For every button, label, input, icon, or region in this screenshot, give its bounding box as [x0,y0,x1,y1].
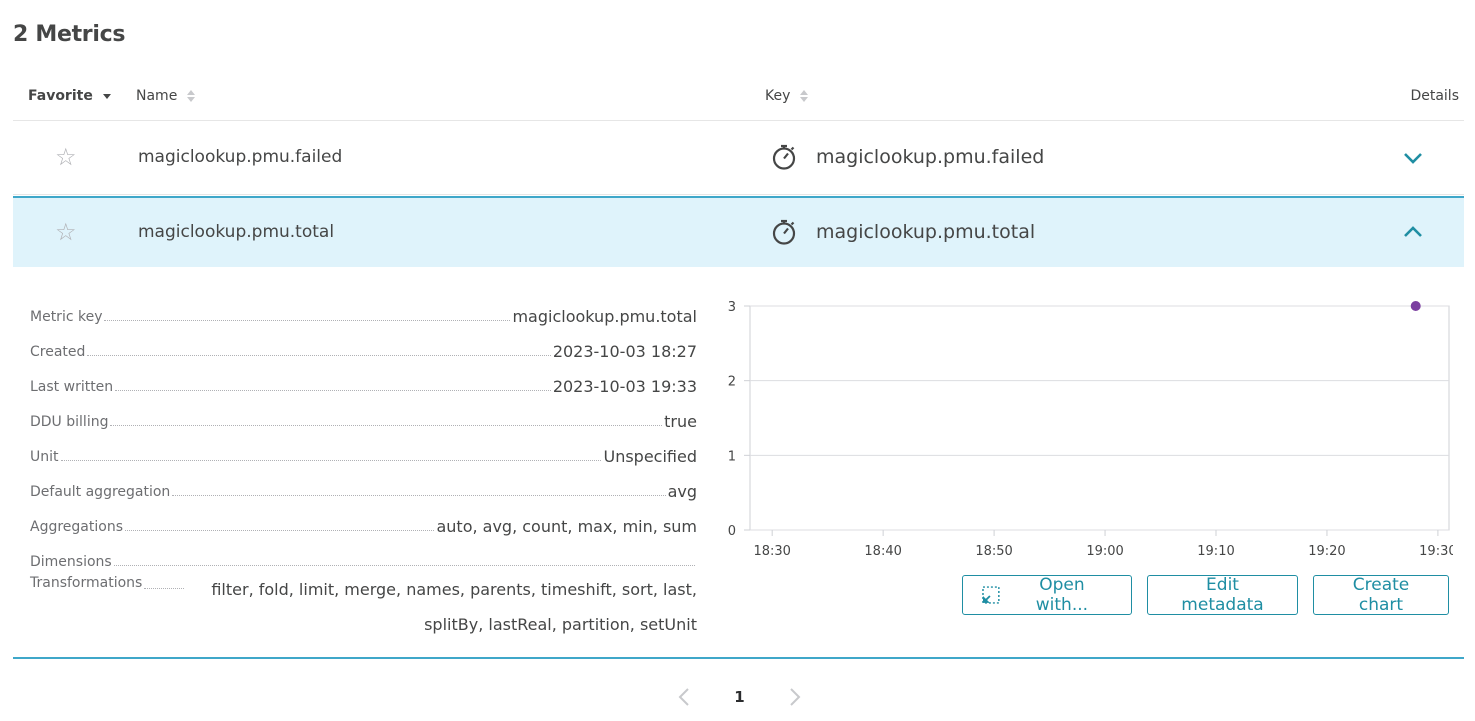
sort-icon [800,90,809,102]
chevron-right-icon[interactable] [788,687,802,707]
stopwatch-icon [772,144,796,170]
property-label: Dimensions [30,554,112,570]
column-name-header[interactable]: Name [136,88,196,104]
property-value: magiclookup.pmu.total [512,307,697,326]
sort-icon [187,90,196,102]
x-tick-label: 18:40 [864,544,901,559]
chevron-down-icon[interactable] [1400,150,1426,166]
edit-metadata-button[interactable]: Edit metadata [1147,575,1298,615]
open-with-icon [982,586,1000,604]
open-with-label: Open with... [1035,575,1089,615]
column-key-label: Key [765,88,791,104]
open-with-button[interactable]: Open with... [962,575,1132,615]
y-tick-label: 3 [728,300,736,315]
property-aggregations: Aggregations auto, avg, count, max, min,… [30,502,697,537]
dotted-leader [104,320,511,321]
y-tick-label: 2 [728,375,736,390]
property-value: Unspecified [603,447,697,466]
table-header: Favorite Name Key Details [13,80,1464,121]
detail-actions: Open with... Edit metadata Create chart [962,575,1449,615]
x-tick-label: 19:20 [1308,544,1345,559]
metric-key: magiclookup.pmu.total [816,221,1036,243]
metric-details-panel: Metric key magiclookup.pmu.total Created… [13,267,1464,659]
table-row-expanded[interactable]: ☆ magiclookup.pmu.total magiclookup.pmu.… [13,196,1464,267]
create-chart-label: Create chart [1352,575,1410,615]
property-label: Metric key [30,309,103,325]
property-value: 2023-10-03 19:33 [552,377,697,396]
property-label: Last written [30,379,114,395]
column-details-header: Details [1410,88,1459,104]
create-chart-button[interactable]: Create chart [1313,575,1449,615]
column-key-header[interactable]: Key [765,88,809,104]
property-transformations: Transformations filter, fold, limit, mer… [30,572,697,644]
property-default-aggregation: Default aggregation avg [30,467,697,502]
sort-desc-icon [102,93,111,99]
property-value: true [664,412,697,431]
property-last-written: Last written 2023-10-03 19:33 [30,362,697,397]
dotted-leader [87,355,551,356]
plot-area [749,305,1450,531]
property-value: auto, avg, count, max, min, sum [436,517,697,536]
pagination: 1 [677,684,802,710]
y-tick-label: 0 [728,524,736,539]
dotted-leader [60,460,602,461]
data-point [1410,301,1421,311]
metric-name: magiclookup.pmu.total [138,222,335,242]
chevron-up-icon[interactable] [1400,224,1426,240]
x-tick-label: 18:50 [975,544,1012,559]
property-unit: Unit Unspecified [30,432,697,467]
property-label: DDU billing [30,414,109,430]
dotted-leader [110,425,663,426]
metric-properties: Metric key magiclookup.pmu.total Created… [30,292,697,644]
favorite-star-icon[interactable]: ☆ [55,143,77,171]
property-label: Aggregations [30,519,123,535]
page-title: 2 Metrics [13,22,126,47]
metric-chart-svg: 0 1 2 3 18:30 18:40 18:50 19:00 19:10 19:20 19:30 [728,300,1457,559]
property-label: Unit [30,449,59,465]
stopwatch-icon [772,219,796,245]
column-favorite-label: Favorite [28,88,93,104]
chevron-left-icon[interactable] [677,687,691,707]
edit-metadata-label: Edit metadata [1181,575,1264,615]
property-value: 2023-10-03 18:27 [552,342,697,361]
property-created: Created 2023-10-03 18:27 [30,327,697,362]
x-tick-label: 19:00 [1086,544,1123,559]
metric-key: magiclookup.pmu.failed [816,146,1045,168]
x-tick-label: 18:30 [753,544,790,559]
dotted-leader [144,588,185,589]
property-label: Default aggregation [30,484,171,500]
metric-chart: 0 1 2 3 18:30 18:40 18:50 19:00 19:10 19:20 19:30 [713,287,1457,567]
table-row[interactable]: ☆ magiclookup.pmu.failed magiclookup.pmu… [13,121,1464,195]
x-tick-label: 19:10 [1197,544,1234,559]
dotted-leader [113,565,695,566]
x-tick-label: 19:30 [1419,544,1453,559]
property-label: Transformations [30,575,143,591]
property-label: Created [30,344,86,360]
column-name-label: Name [136,88,178,104]
favorite-star-icon[interactable]: ☆ [55,218,77,246]
dotted-leader [115,390,551,391]
page-number-current[interactable]: 1 [734,688,744,706]
column-details-label: Details [1410,88,1459,104]
column-favorite-header[interactable]: Favorite [28,88,111,104]
dotted-leader [125,530,435,531]
y-tick-label: 1 [728,449,736,464]
dotted-leader [172,495,666,496]
property-ddu-billing: DDU billing true [30,397,697,432]
property-metric-key: Metric key magiclookup.pmu.total [30,292,697,327]
property-dimensions: Dimensions [30,537,697,572]
property-value: filter, fold, limit, merge, names, paren… [211,580,697,634]
property-value: avg [667,482,697,501]
metric-name: magiclookup.pmu.failed [138,147,343,167]
